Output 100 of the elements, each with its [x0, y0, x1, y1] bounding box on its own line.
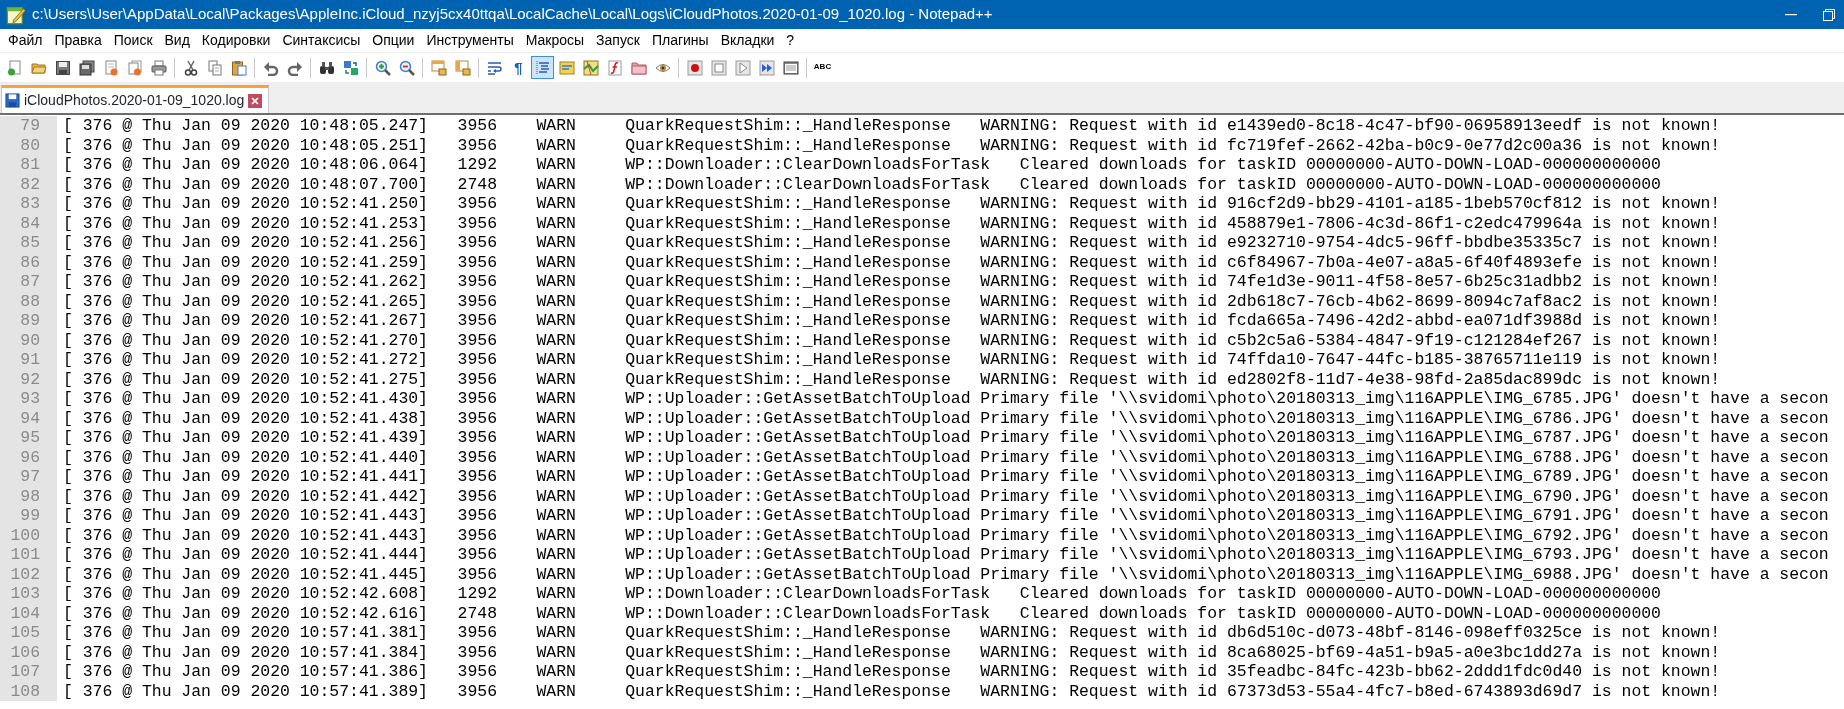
save-icon	[5, 93, 20, 108]
line-number: 108	[10, 681, 40, 701]
toolbar-button[interactable]: ¶	[507, 56, 530, 79]
new-file-icon	[6, 59, 23, 76]
zoom-out-icon	[398, 59, 415, 76]
line-number: 86	[20, 252, 40, 272]
menu-item[interactable]: Кодировки	[195, 29, 277, 52]
code-line: [ 376 @ Thu Jan 09 2020 10:52:41.442] 3956 WARN WP::Uploader::GetAssetBatchToUpload Primary file '\\svidomi\photo\20180313_img\116APPLE\IMG_6790.JPG' doesn't have a secon	[63, 486, 1829, 506]
menu-item[interactable]: Синтаксисы	[276, 29, 367, 52]
code-line: [ 376 @ Thu Jan 09 2020 10:52:41.438] 3956 WARN WP::Uploader::GetAssetBatchToUpload Primary file '\\svidomi\photo\20180313_img\116APPLE\IMG_6786.JPG' doesn't have a secon	[63, 408, 1829, 428]
code-line: [ 376 @ Thu Jan 09 2020 10:52:41.250] 3956 WARN QuarkRequestShim::_HandleResponse WARNING: Request with id 916cf2d9-bb29-4101-a185-1beb570cf812 is not known!	[63, 194, 1721, 214]
code-line: [ 376 @ Thu Jan 09 2020 10:57:41.386] 3956 WARN QuarkRequestShim::_HandleResponse WARNING: Request with id 35feadbc-84fc-423b-bb62-2ddd1fdc0d40 is not known!	[63, 662, 1721, 682]
line-number: 82	[20, 174, 40, 194]
toolbar-button[interactable]: ABC	[811, 56, 834, 79]
close-icon	[251, 96, 260, 105]
folder-icon	[630, 59, 647, 76]
scissors-icon	[182, 59, 199, 76]
menu-item[interactable]: Вкладки	[714, 29, 781, 52]
binoculars-icon	[318, 59, 335, 76]
window-title: c:\Users\User\AppData\Local\Packages\AppleInc.iCloud_nzyj5cx40ttqa\LocalCache\Local\Logs\iCloudPhotos.2020-01-09_1020.log - Notepad++	[32, 4, 993, 25]
line-number: 91	[20, 350, 40, 369]
code-line: [ 376 @ Thu Jan 09 2020 10:48:05.251] 3956 WARN QuarkRequestShim::_HandleResponse WARNING: Request with id fc719fef-2662-42ba-b0c9-0e77d2c00a36 is not known!	[63, 135, 1721, 155]
line-number: 107	[10, 662, 40, 681]
code-line: [ 376 @ Thu Jan 09 2020 10:52:41.265] 3956 WARN QuarkRequestShim::_HandleResponse WARNING: Request with id 2db618c7-76cb-4b62-8699-8094c7af8ac2 is not known!	[63, 291, 1721, 311]
code-line: [ 376 @ Thu Jan 09 2020 10:52:42.616] 2748 WARN WP::Downloader::ClearDownloadsForTask Cleared downloads for taskID 00000000-AUTO-DOWN-LOAD-000000000000	[63, 603, 1661, 623]
play-icon	[734, 59, 751, 76]
code-line: [ 376 @ Thu Jan 09 2020 10:52:41.443] 3956 WARN WP::Uploader::GetAssetBatchToUpload Primary file '\\svidomi\photo\20180313_img\116APPLE\IMG_6791.JPG' doesn't have a secon	[63, 506, 1829, 526]
save-all-icon	[78, 59, 95, 76]
note-icon	[558, 59, 575, 76]
copy-icon	[206, 59, 223, 76]
line-number: 83	[20, 194, 40, 213]
code-line: [ 376 @ Thu Jan 09 2020 10:52:41.445] 3956 WARN WP::Uploader::GetAssetBatchToUpload Primary file '\\svidomi\photo\20180313_img\116APPLE\IMG_6988.JPG' doesn't have a secon	[63, 564, 1829, 584]
menu-item[interactable]: ?	[780, 29, 801, 52]
code-line: [ 376 @ Thu Jan 09 2020 10:52:41.267] 3956 WARN QuarkRequestShim::_HandleResponse WARNING: Request with id fcda665a-7496-42d2-abbd-ea071df3988d is not known!	[63, 311, 1721, 331]
line-number: 106	[10, 642, 40, 662]
code-line: [ 376 @ Thu Jan 09 2020 10:48:07.700] 2748 WARN WP::Downloader::ClearDownloadsForTask Cleared downloads for taskID 00000000-AUTO-DOWN-LOAD-000000000000	[63, 174, 1661, 194]
line-number: 96	[20, 447, 40, 467]
code-line: [ 376 @ Thu Jan 09 2020 10:52:41.272] 3956 WARN QuarkRequestShim::_HandleResponse WARNING: Request with id 74ffda10-7647-44fc-b185-38765711e119 is not known!	[63, 350, 1721, 370]
menu-item[interactable]: Опции	[366, 29, 421, 52]
menu-item[interactable]: Вид	[158, 29, 196, 52]
code-line: [ 376 @ Thu Jan 09 2020 10:52:41.441] 3956 WARN WP::Uploader::GetAssetBatchToUpload Primary file '\\svidomi\photo\20180313_img\116APPLE\IMG_6789.JPG' doesn't have a secon	[63, 467, 1829, 487]
indent-guide-icon	[534, 59, 551, 76]
function-list-icon	[606, 59, 623, 76]
code-line: [ 376 @ Thu Jan 09 2020 10:52:41.430] 3956 WARN WP::Uploader::GetAssetBatchToUpload Primary file '\\svidomi\photo\20180313_img\116APPLE\IMG_6785.JPG' doesn't have a secon	[63, 389, 1829, 409]
line-number: 92	[20, 369, 40, 389]
redo-icon	[286, 59, 303, 76]
code-line: [ 376 @ Thu Jan 09 2020 10:52:41.443] 3956 WARN WP::Uploader::GetAssetBatchToUpload Primary file '\\svidomi\photo\20180313_img\116APPLE\IMG_6792.JPG' doesn't have a secon	[63, 525, 1829, 545]
line-number: 104	[10, 603, 40, 623]
line-number: 89	[20, 311, 40, 330]
line-number: 103	[10, 584, 40, 603]
file-tab[interactable]: iCloudPhotos.2020-01-09_1020.log	[1, 85, 270, 113]
menu-item[interactable]: Запуск	[590, 29, 646, 52]
replace-icon	[342, 59, 359, 76]
close-button[interactable]	[248, 93, 263, 108]
code-line: [ 376 @ Thu Jan 09 2020 10:52:41.439] 3956 WARN WP::Uploader::GetAssetBatchToUpload Primary file '\\svidomi\photo\20180313_img\116APPLE\IMG_6787.JPG' doesn't have a secon	[63, 428, 1829, 448]
line-number: 85	[20, 233, 40, 252]
line-number: 101	[10, 545, 40, 564]
line-number: 81	[20, 155, 40, 174]
line-number: 93	[20, 389, 40, 408]
code-line: [ 376 @ Thu Jan 09 2020 10:57:41.389] 3956 WARN QuarkRequestShim::_HandleResponse WARNING: Request with id 67373d53-55a4-4fc7-b8ed-6743893d69d7 is not known!	[63, 681, 1721, 701]
code-line: [ 376 @ Thu Jan 09 2020 10:52:41.270] 3956 WARN QuarkRequestShim::_HandleResponse WARNING: Request with id c5b2c5a6-5384-4847-9f19-c121284ef267 is not known!	[63, 330, 1721, 350]
word-wrap-icon	[486, 59, 503, 76]
stop-icon	[710, 59, 727, 76]
line-number: 97	[20, 467, 40, 486]
menu-item[interactable]: Макросы	[519, 29, 591, 52]
menu-item[interactable]: Инструменты	[420, 29, 520, 52]
code-line: [ 376 @ Thu Jan 09 2020 10:52:41.444] 3956 WARN WP::Uploader::GetAssetBatchToUpload Primary file '\\svidomi\photo\20180313_img\116APPLE\IMG_6793.JPG' doesn't have a secon	[63, 545, 1829, 565]
minimize-icon	[1785, 13, 1797, 16]
line-number: 90	[20, 330, 40, 350]
menu-item[interactable]: Плагины	[645, 29, 715, 52]
restore-icon	[1823, 8, 1835, 21]
code-line: [ 376 @ Thu Jan 09 2020 10:52:41.275] 3956 WARN QuarkRequestShim::_HandleResponse WARNING: Request with id ed2802f8-11d7-4e38-98fd-2a85dac899dc is not known!	[63, 369, 1721, 389]
menu-item[interactable]: Поиск	[107, 29, 159, 52]
zoom-in-icon	[374, 59, 391, 76]
window-lock-icon	[454, 59, 471, 76]
code-line: [ 376 @ Thu Jan 09 2020 10:52:41.440] 3956 WARN WP::Uploader::GetAssetBatchToUpload Primary file '\\svidomi\photo\20180313_img\116APPLE\IMG_6788.JPG' doesn't have a secon	[63, 447, 1829, 467]
line-number: 98	[20, 486, 40, 506]
clipboard-icon	[230, 59, 247, 76]
window-lock-icon	[430, 59, 447, 76]
printer-icon	[150, 59, 167, 76]
code-line: [ 376 @ Thu Jan 09 2020 10:48:05.247] 3956 WARN QuarkRequestShim::_HandleResponse WARNING: Request with id e1439ed0-8c18-4c47-bf90-06958913eedf is not known!	[63, 116, 1721, 136]
line-number: 100	[10, 525, 40, 545]
line-number: 94	[20, 408, 40, 428]
close-file-icon	[102, 59, 119, 76]
line-number: 105	[10, 623, 40, 642]
line-number: 102	[10, 564, 40, 584]
code-line: [ 376 @ Thu Jan 09 2020 10:52:41.262] 3956 WARN QuarkRequestShim::_HandleResponse WARNING: Request with id 74fe1d3e-9011-4f58-8e57-6b25c31adbb2 is not known!	[63, 272, 1721, 292]
menu-item[interactable]: Правка	[48, 29, 108, 52]
save-icon	[54, 59, 71, 76]
code-line: [ 376 @ Thu Jan 09 2020 10:52:41.259] 3956 WARN QuarkRequestShim::_HandleResponse WARNING: Request with id c6f84967-7b0a-4e07-a8a5-6f40f4893efe is not known!	[63, 252, 1721, 272]
line-number: 80	[20, 135, 40, 155]
line-number: 88	[20, 291, 40, 311]
code-line: [ 376 @ Thu Jan 09 2020 10:52:41.253] 3956 WARN QuarkRequestShim::_HandleResponse WARNING: Request with id 458879e1-7806-4c3d-86f1-c2edc479964a is not known!	[63, 213, 1721, 233]
map-icon	[582, 59, 599, 76]
save-macro-icon	[782, 59, 799, 76]
line-number: 95	[20, 428, 40, 447]
notepad-icon	[6, 4, 26, 25]
menu-item[interactable]: Файл	[2, 29, 49, 52]
line-number: 99	[20, 506, 40, 525]
code-line: [ 376 @ Thu Jan 09 2020 10:57:41.384] 3956 WARN QuarkRequestShim::_HandleResponse WARNING: Request with id 8ca68025-bf69-4a51-b9a5-a0e3bc1dd27a is not known!	[63, 642, 1721, 662]
